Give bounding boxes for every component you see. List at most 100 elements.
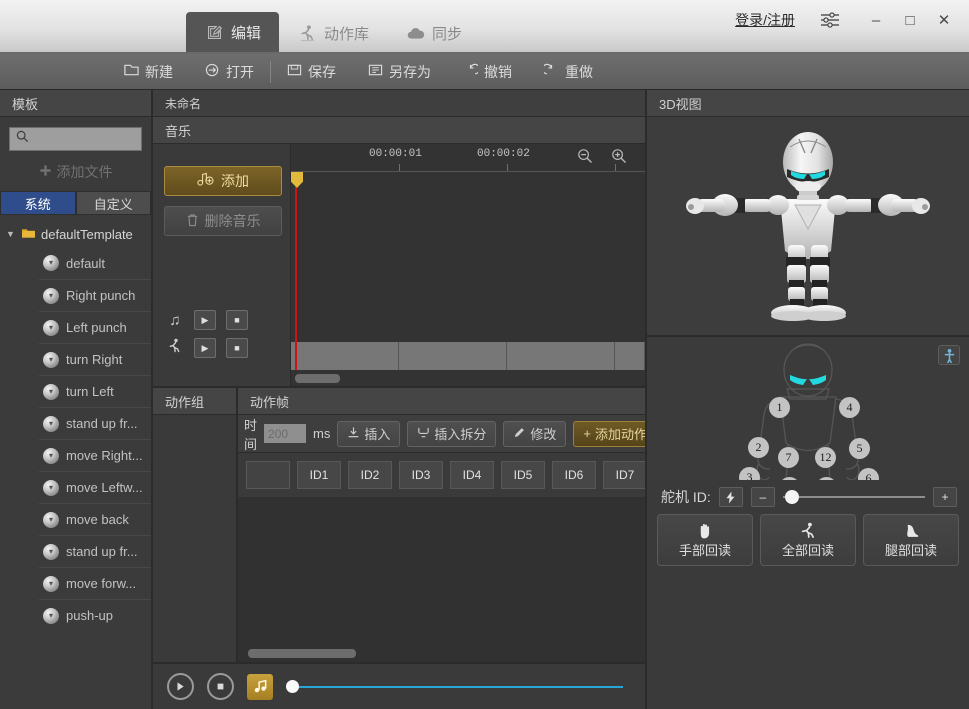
list-item[interactable]: move back	[39, 503, 151, 535]
servo-increment-button[interactable]: +	[933, 487, 957, 507]
music-toggle-button[interactable]	[247, 674, 273, 700]
list-item[interactable]: move Leftw...	[39, 471, 151, 503]
id-cell-2[interactable]: ID2	[348, 461, 392, 489]
tab-sync-label: 同步	[432, 23, 462, 44]
list-item[interactable]: stand up fr...	[39, 535, 151, 567]
frames-hscrollbar[interactable]	[238, 644, 645, 662]
hand-readback-button[interactable]: 手部回读	[657, 514, 753, 566]
template-list: default Right punch Left punch turn Righ…	[0, 247, 151, 631]
menu-open[interactable]: 打开	[189, 54, 270, 89]
insert-split-button[interactable]: 插入拆分	[407, 421, 496, 447]
tree-root-default-template[interactable]: ▼ defaultTemplate	[0, 221, 151, 247]
list-item[interactable]: turn Right	[39, 343, 151, 375]
view3d-canvas[interactable]	[647, 117, 969, 337]
id-cell-4[interactable]: ID4	[450, 461, 494, 489]
joint-4[interactable]: 4	[839, 397, 860, 418]
id-cell-5[interactable]: ID5	[501, 461, 545, 489]
timeline-scroll-thumb[interactable]	[295, 374, 340, 383]
seek-knob[interactable]	[286, 680, 299, 693]
id-cell-1[interactable]: ID1	[297, 461, 341, 489]
id-cell-3[interactable]: ID3	[399, 461, 443, 489]
close-button[interactable]: ✕	[929, 7, 959, 33]
music-track-area[interactable]	[291, 172, 645, 370]
save-as-icon	[368, 63, 383, 80]
view3d-title: 3D视图	[647, 90, 969, 117]
list-item[interactable]: push-up	[39, 599, 151, 631]
zoom-out-icon[interactable]	[577, 148, 593, 164]
template-ball-icon	[43, 608, 59, 624]
id-cell-blank[interactable]	[246, 461, 290, 489]
login-register-link[interactable]: 登录/注册	[735, 10, 795, 30]
motion-stop-button[interactable]: ■	[226, 338, 248, 358]
list-item-label: default	[66, 256, 105, 271]
timeline-ruler[interactable]: 00:00:01 00:00:02	[291, 144, 645, 172]
person-icon[interactable]	[938, 345, 960, 365]
ruler-label-1: 00:00:01	[369, 148, 422, 160]
playhead-marker[interactable]	[291, 172, 303, 188]
minimize-button[interactable]: –	[861, 7, 891, 33]
list-item[interactable]: move Right...	[39, 439, 151, 471]
search-input[interactable]	[33, 132, 135, 146]
open-folder-icon	[205, 63, 220, 80]
menu-redo[interactable]: 重做	[528, 54, 609, 89]
menu-save-as[interactable]: 另存为	[352, 54, 447, 89]
id-cell-6[interactable]: ID6	[552, 461, 596, 489]
music-play-button[interactable]: ▶	[194, 310, 216, 330]
modify-button[interactable]: 修改	[503, 421, 566, 447]
menu-redo-label: 重做	[565, 62, 593, 82]
zoom-in-icon[interactable]	[611, 148, 627, 164]
global-play-button[interactable]	[167, 673, 194, 700]
tab-sync[interactable]: 同步	[387, 14, 480, 52]
global-stop-button[interactable]	[207, 673, 234, 700]
action-group-list[interactable]	[153, 415, 236, 662]
bolt-icon[interactable]	[719, 487, 743, 507]
joint-2[interactable]: 2	[748, 437, 769, 458]
add-music-button[interactable]: 添加	[164, 166, 282, 196]
music-controls: 添加 删除音乐 ♫ ▶ ■	[153, 144, 290, 386]
insert-button[interactable]: 插入	[337, 421, 400, 447]
servo-decrement-button[interactable]: –	[751, 487, 775, 507]
menu-new[interactable]: 新建	[108, 54, 189, 89]
tab-system[interactable]: 系统	[0, 191, 76, 215]
ruler-tick	[507, 164, 508, 171]
frames-scroll-thumb[interactable]	[248, 649, 356, 658]
frames-grid[interactable]	[238, 497, 645, 644]
list-item[interactable]: default	[39, 247, 151, 279]
add-file-button[interactable]: 添加文件	[0, 157, 151, 187]
plus-icon	[39, 164, 52, 180]
motion-play-button[interactable]: ▶	[194, 338, 216, 358]
global-seek-slider[interactable]	[286, 679, 623, 695]
music-stop-button[interactable]: ■	[226, 310, 248, 330]
tab-action-library[interactable]: 动作库	[279, 14, 387, 52]
add-action-button[interactable]: + 添加动作	[573, 421, 645, 447]
center-column: 未命名 音乐 添加	[153, 90, 647, 709]
list-item[interactable]: Left punch	[39, 311, 151, 343]
list-item[interactable]: stand up fr...	[39, 407, 151, 439]
list-item[interactable]: turn Left	[39, 375, 151, 407]
maximize-button[interactable]: □	[895, 7, 925, 33]
sliders-icon[interactable]	[815, 7, 845, 33]
delete-music-button[interactable]: 删除音乐	[164, 206, 282, 236]
time-input[interactable]	[264, 424, 306, 443]
servo-slider-knob[interactable]	[785, 490, 799, 504]
folder-icon	[21, 227, 36, 242]
menu-save[interactable]: 保存	[271, 54, 352, 89]
list-item[interactable]: Right punch	[39, 279, 151, 311]
joint-map-panel[interactable]: 1 2 3 4 5 6 7 8 9 10 11 12 13 14 15 16	[647, 337, 969, 480]
joint-12[interactable]: 12	[815, 447, 836, 468]
joint-7[interactable]: 7	[778, 447, 799, 468]
music-timeline[interactable]: 00:00:01 00:00:02	[290, 144, 645, 386]
joint-5[interactable]: 5	[849, 438, 870, 459]
tab-edit[interactable]: 编辑	[186, 12, 279, 52]
timeline-hscrollbar[interactable]	[291, 370, 645, 386]
joint-1[interactable]: 1	[769, 397, 790, 418]
servo-id-slider[interactable]	[783, 489, 925, 505]
menu-undo[interactable]: 撤销	[447, 54, 528, 89]
search-box[interactable]	[9, 127, 142, 151]
time-label: 时间	[244, 415, 257, 453]
tab-custom[interactable]: 自定义	[76, 191, 152, 215]
all-readback-button[interactable]: 全部回读	[760, 514, 856, 566]
id-cell-7[interactable]: ID7	[603, 461, 645, 489]
leg-readback-button[interactable]: 腿部回读	[863, 514, 959, 566]
list-item[interactable]: move forw...	[39, 567, 151, 599]
